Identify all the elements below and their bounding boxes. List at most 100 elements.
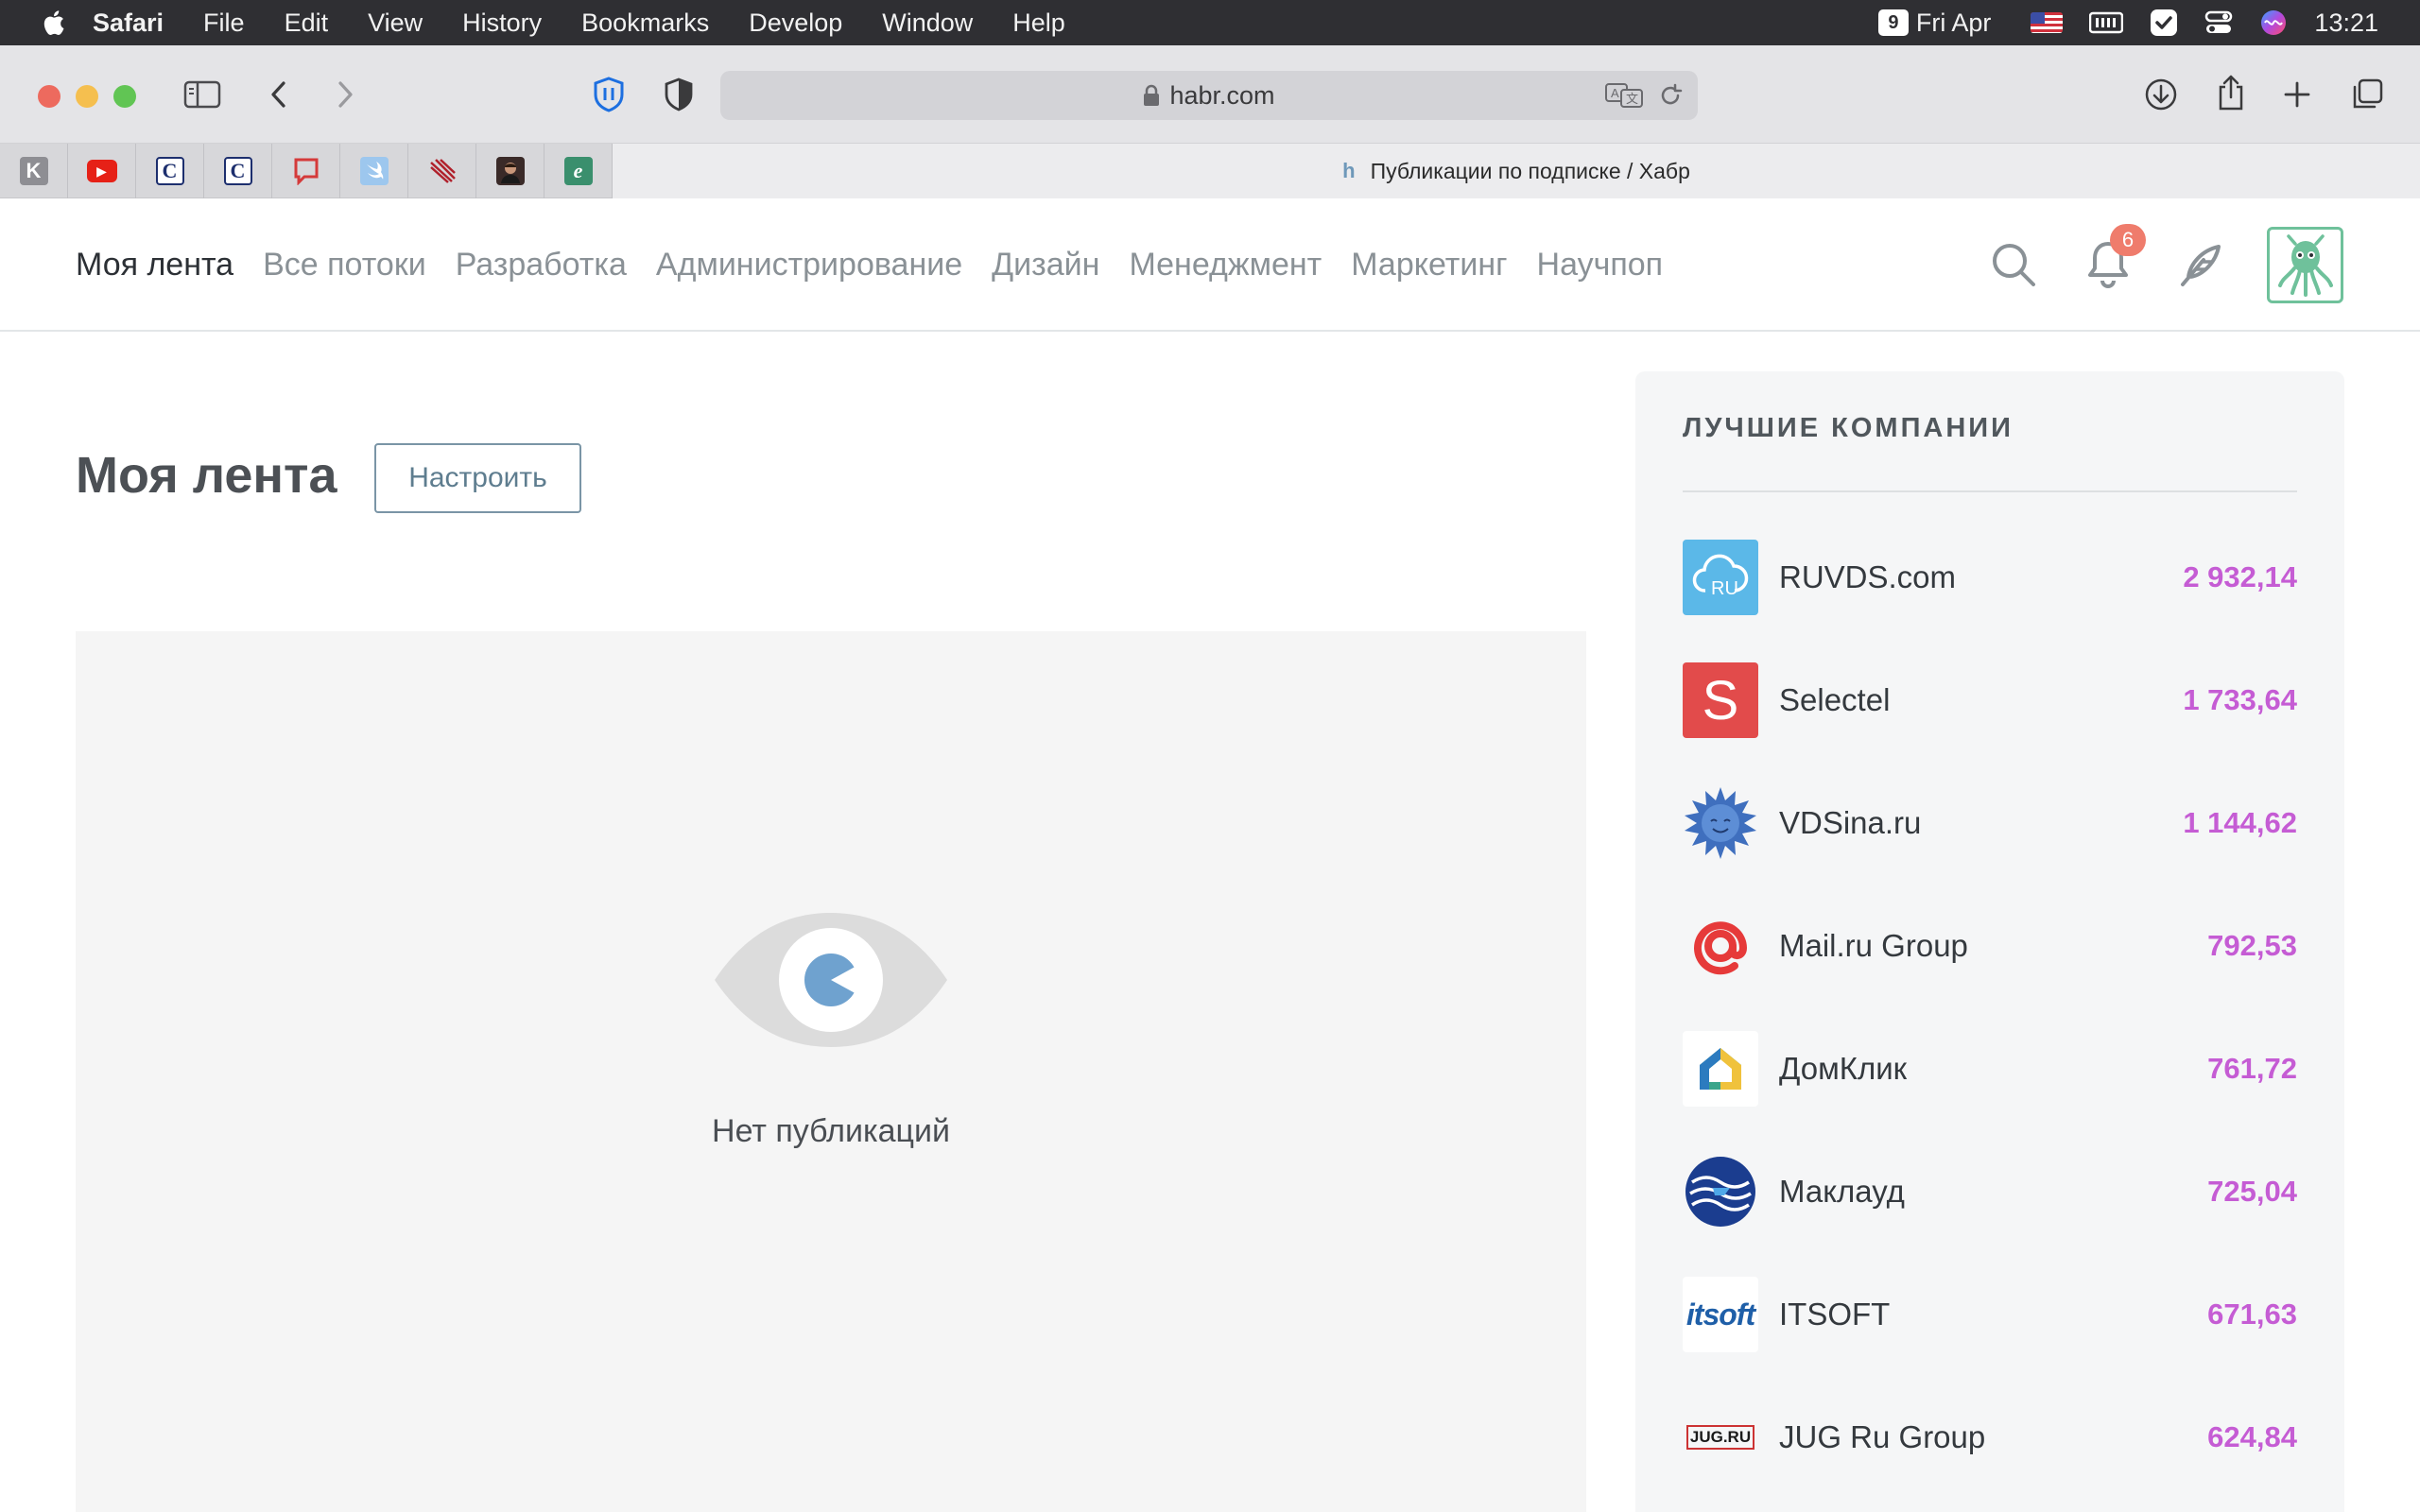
swift-icon [359,157,389,185]
sidebar-toggle-icon[interactable] [182,77,223,112]
stripes-icon [429,159,456,183]
menu-develop[interactable]: Develop [749,9,842,38]
menubar-clock[interactable]: 13:21 [2314,9,2378,38]
pinned-tab-c2[interactable]: C [204,144,272,198]
address-bar[interactable]: habr.com A文 [720,71,1698,120]
nav-design[interactable]: Дизайн [992,247,1099,284]
menu-bookmarks[interactable]: Bookmarks [581,9,709,38]
tab-overview-icon[interactable] [2348,76,2386,113]
itsoft-icon: itsoft [1683,1277,1758,1352]
jugru-logo-text: JUG.RU [1685,1425,1755,1450]
privacy-shield-icon[interactable] [660,76,698,113]
empty-feed-message: Нет публикаций [712,1113,950,1149]
translate-icon[interactable]: A文 [1605,81,1643,114]
habr-favicon: h [1342,159,1356,182]
nav-administration[interactable]: Администрирование [656,247,962,284]
minimize-window-button[interactable] [76,85,98,108]
company-name: ДомКлик [1779,1051,1908,1086]
nav-marketing[interactable]: Маркетинг [1351,247,1507,284]
pinned-tab-swift[interactable] [340,144,408,198]
nav-management[interactable]: Менеджмент [1129,247,1322,284]
notifications-count-badge: 6 [2110,224,2146,256]
company-row-vdsina[interactable]: VDSina.ru 1 144,62 [1683,785,2297,861]
tab-habr-subscriptions[interactable]: h Публикации по подписке / Хабр [613,144,2420,198]
new-tab-icon[interactable] [2278,76,2316,113]
page-title: Моя лента [76,447,337,504]
company-name: Mail.ru Group [1779,928,1968,963]
pinned-tab-e[interactable]: e [544,144,613,198]
zoom-window-button[interactable] [113,85,136,108]
siri-icon[interactable] [2259,9,2288,37]
domclick-icon [1683,1031,1758,1107]
menu-app-safari[interactable]: Safari [93,9,164,38]
menu-edit[interactable]: Edit [285,9,329,38]
company-name: Selectel [1779,682,1891,717]
nav-my-feed[interactable]: Моя лента [76,247,233,284]
memory-icon[interactable] [2089,9,2124,37]
company-row-domclick[interactable]: ДомКлик 761,72 [1683,1031,2297,1107]
svg-text:文: 文 [1626,92,1638,106]
itsoft-logo-text: itsoft [1685,1297,1755,1332]
forward-icon[interactable] [331,77,359,112]
pinned-tab-youtube[interactable]: ▶ [68,144,136,198]
menu-window[interactable]: Window [882,9,973,38]
company-row-macloud[interactable]: Маклауд 725,04 [1683,1154,2297,1229]
c-icon: C [155,157,184,185]
pinned-tab-portrait[interactable] [476,144,544,198]
selectel-logo-text: S [1702,669,1739,731]
company-row-itsoft[interactable]: itsoft ITSOFT 671,63 [1683,1277,2297,1352]
bitwarden-icon[interactable] [590,76,628,113]
company-name: ITSOFT [1779,1297,1891,1332]
user-avatar[interactable] [2267,227,2343,303]
share-icon[interactable] [2212,72,2250,113]
menu-help[interactable]: Help [1012,9,1065,38]
pinned-tab-stripes[interactable] [408,144,476,198]
nav-all-streams[interactable]: Все потоки [263,247,426,284]
vdsina-icon [1683,785,1758,861]
jugru-icon: JUG.RU [1683,1400,1758,1475]
company-score: 792,53 [2207,929,2297,962]
company-score: 2 932,14 [2183,560,2297,593]
company-row-jugru[interactable]: JUG.RU JUG Ru Group 624,84 [1683,1400,2297,1475]
nav-links: Моя лента Все потоки Разработка Админист… [76,198,1692,332]
tab-bar: K ▶ C C e h Публикации по подписке / Хаб… [0,144,2420,198]
lock-icon [1144,84,1160,106]
nav-popsci[interactable]: Научпоп [1537,247,1664,284]
nav-development[interactable]: Разработка [456,247,627,284]
site-header: Моя лента Все потоки Разработка Админист… [0,198,2420,332]
svg-text:A: A [1611,86,1619,100]
company-row-selectel[interactable]: S Selectel 1 733,64 [1683,662,2297,738]
top-companies-widget: ЛУЧШИЕ КОМПАНИИ RU RUVDS.com 2 932,14 S … [1635,371,2344,1512]
input-source-flag-icon[interactable] [2031,9,2064,37]
reload-icon[interactable] [1658,83,1683,112]
back-icon[interactable] [265,77,293,112]
company-row-ruvds[interactable]: RU RUVDS.com 2 932,14 [1683,540,2297,615]
menu-history[interactable]: History [462,9,542,38]
company-row-mailru[interactable]: Mail.ru Group 792,53 [1683,908,2297,984]
widget-title: ЛУЧШИЕ КОМПАНИИ [1683,413,2014,443]
checkmark-app-icon[interactable] [2150,9,2178,37]
company-score: 761,72 [2207,1052,2297,1085]
url-text: habr.com [1169,80,1275,110]
write-post-quill-icon[interactable] [2176,238,2225,291]
calendar-day-badge: 9 [1877,9,1909,36]
control-center-icon[interactable] [2204,9,2233,37]
configure-feed-button[interactable]: Настроить [374,443,581,513]
speech-bubble-icon [294,158,318,185]
pinned-tab-c1[interactable]: C [136,144,204,198]
pinned-tab-speech[interactable] [272,144,340,198]
menu-view[interactable]: View [368,9,423,38]
youtube-icon: ▶ [86,160,117,182]
search-icon[interactable] [1989,238,2038,291]
downloads-icon[interactable] [2142,76,2180,113]
calendar-status[interactable]: 9 Fri Apr [1877,9,1991,37]
pinned-tab-k[interactable]: K [0,144,68,198]
company-score: 1 733,64 [2183,683,2297,716]
ruvds-icon: RU [1683,540,1758,615]
tab-title: Публикации по подписке / Хабр [1370,158,1690,183]
company-score: 1 144,62 [2183,806,2297,839]
close-window-button[interactable] [38,85,60,108]
browser-toolbar: habr.com A文 [0,45,2420,144]
menu-file[interactable]: File [203,9,245,38]
apple-icon[interactable] [40,9,66,37]
